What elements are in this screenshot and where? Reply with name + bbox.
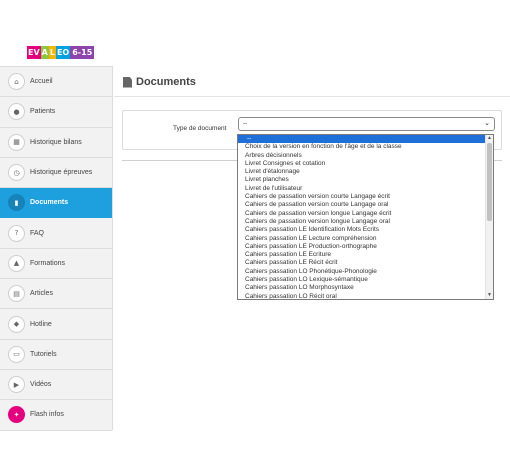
dropdown-option[interactable]: Livret planches [238, 176, 493, 184]
sidebar-item-vid-os[interactable]: ▶ Vidéos [0, 370, 112, 401]
scrollbar-thumb[interactable] [487, 143, 492, 221]
logo-part: L [48, 46, 56, 59]
sidebar-item-label: Vidéos [30, 381, 52, 389]
sidebar-item-label: Historique bilans [30, 138, 82, 146]
document-type-select[interactable]: -- ⌄ [238, 117, 495, 131]
dropdown-option[interactable]: Cahiers de passation version courte Lang… [238, 193, 493, 201]
home-icon: ⌂ [8, 73, 25, 91]
dropdown-option[interactable]: Cahiers passation LE Identification Mots… [238, 226, 493, 234]
newspaper-icon: ▤ [8, 285, 25, 303]
sidebar-item-formations[interactable]: ▲ Formations [0, 249, 112, 280]
clock-icon: ◷ [8, 164, 25, 182]
sidebar-item-label: Tutoriels [30, 350, 57, 358]
sidebar-item-historique-preuves[interactable]: ◷ Historique épreuves [0, 158, 112, 189]
file-icon: ▮ [8, 194, 25, 212]
sidebar-item-faq[interactable]: ? FAQ [0, 218, 112, 249]
page-title: Documents [136, 76, 196, 88]
dropdown-option[interactable]: Choix de la version en fonction de l'âge… [238, 143, 493, 151]
sidebar-item-hotline[interactable]: ◆ Hotline [0, 309, 112, 340]
sidebar-item-accueil[interactable]: ⌂ Accueil [0, 67, 112, 98]
logo-part: A [40, 46, 49, 59]
dropdown-option[interactable]: Cahiers de passation version courte Lang… [238, 201, 493, 209]
evaleo-logo[interactable]: EV A L EO 6-15 [27, 46, 95, 59]
sidebar-item-label: Historique épreuves [30, 169, 93, 177]
sidebar-item-label: Hotline [30, 320, 52, 328]
sidebar-item-flash-infos[interactable]: ✦ Flash infos [0, 400, 112, 431]
chat-icon: ◆ [8, 315, 25, 333]
sidebar-item-tutoriels[interactable]: ▭ Tutoriels [0, 340, 112, 370]
sidebar-item-label: Flash infos [30, 411, 64, 419]
logo-part: EO [55, 46, 71, 59]
file-icon [123, 76, 132, 88]
dropdown-scrollbar[interactable]: ▲ ▼ [485, 135, 493, 299]
option-list: -- Choix de la version en fonction de l'â… [238, 135, 493, 299]
logo-part: 6-15 [70, 46, 95, 59]
sidebar-item-documents[interactable]: ▮ Documents [0, 188, 112, 219]
sidebar-item-historique-bilans[interactable]: ▦ Historique bilans [0, 128, 112, 158]
monitor-icon: ▭ [8, 345, 25, 363]
sidebar-item-label: Articles [30, 290, 53, 298]
dropdown-option[interactable]: Cahiers passation LE Récit écrit [238, 259, 493, 267]
lightbulb-icon: ✦ [8, 406, 25, 424]
dropdown-option[interactable]: Livret de l'utilisateur [238, 185, 493, 193]
page-header: Documents [123, 76, 196, 88]
logo-part: EV [27, 46, 41, 59]
sidebar-item-label: Accueil [30, 78, 53, 86]
video-camera-icon: ▶ [8, 376, 25, 394]
dropdown-option[interactable]: Livret d'étalonnage [238, 168, 493, 176]
document-type-dropdown-list[interactable]: -- Choix de la version en fonction de l'â… [237, 134, 494, 300]
scroll-down-arrow-icon[interactable]: ▼ [486, 292, 493, 299]
question-icon: ? [8, 224, 25, 242]
dropdown-option[interactable]: Cahiers passation LE Lecture compréhensi… [238, 235, 493, 243]
chevron-down-icon: ⌄ [484, 120, 490, 127]
dropdown-option[interactable]: Cahiers passation LO Récit oral [238, 293, 493, 299]
sidebar-item-articles[interactable]: ▤ Articles [0, 279, 112, 310]
sidebar-nav: ⌂ Accueil ● Patients ▦ Historique bilans ◷ Hist… [0, 66, 113, 431]
dropdown-option[interactable]: Cahiers de passation version longue Lang… [238, 218, 493, 226]
dropdown-option[interactable]: Cahiers passation LO Lexique-sémantique [238, 276, 493, 284]
dropdown-option[interactable]: Cahiers passation LO Phonétique-Phonolog… [238, 268, 493, 276]
sidebar-item-label: Patients [30, 108, 56, 116]
header-divider [114, 96, 510, 97]
dropdown-option[interactable]: -- [238, 135, 493, 144]
sidebar-item-patients[interactable]: ● Patients [0, 97, 112, 128]
calculator-icon: ▦ [8, 133, 25, 151]
dropdown-option[interactable]: Cahiers de passation version longue Lang… [238, 210, 493, 218]
dropdown-option[interactable]: Arbres décisionnels [238, 152, 493, 160]
dropdown-option[interactable]: Cahiers passation LE Ecriture [238, 251, 493, 259]
sidebar-item-label: FAQ [30, 229, 45, 237]
dropdown-option[interactable]: Cahiers passation LE Production-orthogra… [238, 243, 493, 251]
dropdown-option[interactable]: Livret Consignes et cotation [238, 160, 493, 168]
sidebar-item-label: Documents [30, 199, 69, 207]
dropdown-option[interactable]: Cahiers passation LO Morphosyntaxe [238, 284, 493, 292]
app-window: EV A L EO 6-15 ⌂ Accueil ● Patients ▦ Histori… [0, 0, 510, 470]
scroll-up-arrow-icon[interactable]: ▲ [486, 135, 493, 142]
sidebar-item-label: Formations [30, 259, 66, 267]
document-type-label: Type de document [173, 125, 227, 132]
graduation-cap-icon: ▲ [8, 254, 25, 272]
select-value: -- [243, 120, 248, 127]
user-icon: ● [8, 103, 25, 121]
